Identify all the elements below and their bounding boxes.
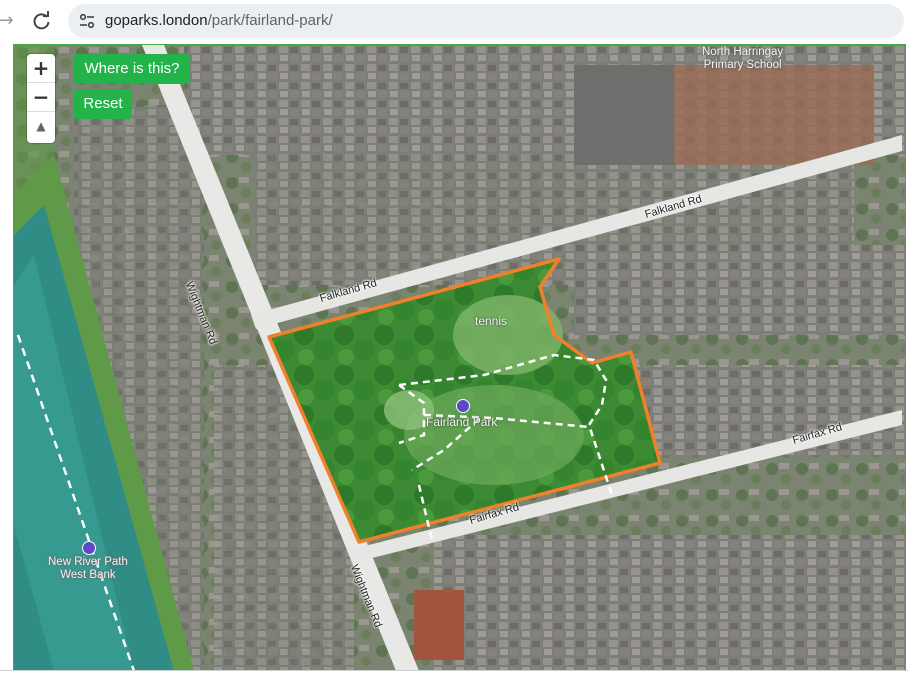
school-label-line1: North Harringay xyxy=(702,46,784,58)
path-label-line2: West Bank xyxy=(60,569,116,581)
where-is-this-button[interactable]: Where is this? xyxy=(74,54,190,84)
path-marker-icon[interactable] xyxy=(82,541,96,555)
zoom-out-button[interactable]: − xyxy=(27,83,55,112)
path-label-line1: New River Path xyxy=(48,556,128,568)
address-bar[interactable]: goparks.london/park/fairland-park/ xyxy=(68,4,904,38)
path-label[interactable]: New River Path West Bank xyxy=(48,556,128,582)
compass-icon[interactable]: ▲ xyxy=(27,112,55,141)
tennis-label: tennis xyxy=(475,314,508,328)
url-host: goparks.london xyxy=(105,12,208,29)
park-marker-icon[interactable] xyxy=(456,399,470,413)
page-bottom-edge xyxy=(0,670,908,675)
browser-toolbar: → goparks.london/park/fairland-park/ xyxy=(0,0,908,44)
reset-button[interactable]: Reset xyxy=(74,89,132,119)
back-arrow-icon[interactable]: → xyxy=(0,9,18,33)
zoom-in-button[interactable]: + xyxy=(27,54,55,83)
map-view[interactable]: North Harringay Primary School Falkland … xyxy=(13,44,906,670)
park-name-label[interactable]: Fairland Park xyxy=(426,415,497,429)
satellite-map xyxy=(14,45,905,670)
reload-icon[interactable] xyxy=(30,9,54,33)
url-path: /park/fairland-park/ xyxy=(207,12,333,29)
school-label: North Harringay Primary School xyxy=(702,46,783,72)
school-label-line2: Primary School xyxy=(703,59,782,71)
url-text[interactable]: goparks.london/park/fairland-park/ xyxy=(105,12,333,29)
site-settings-icon[interactable] xyxy=(78,12,96,30)
zoom-control: + − ▲ xyxy=(27,54,55,143)
